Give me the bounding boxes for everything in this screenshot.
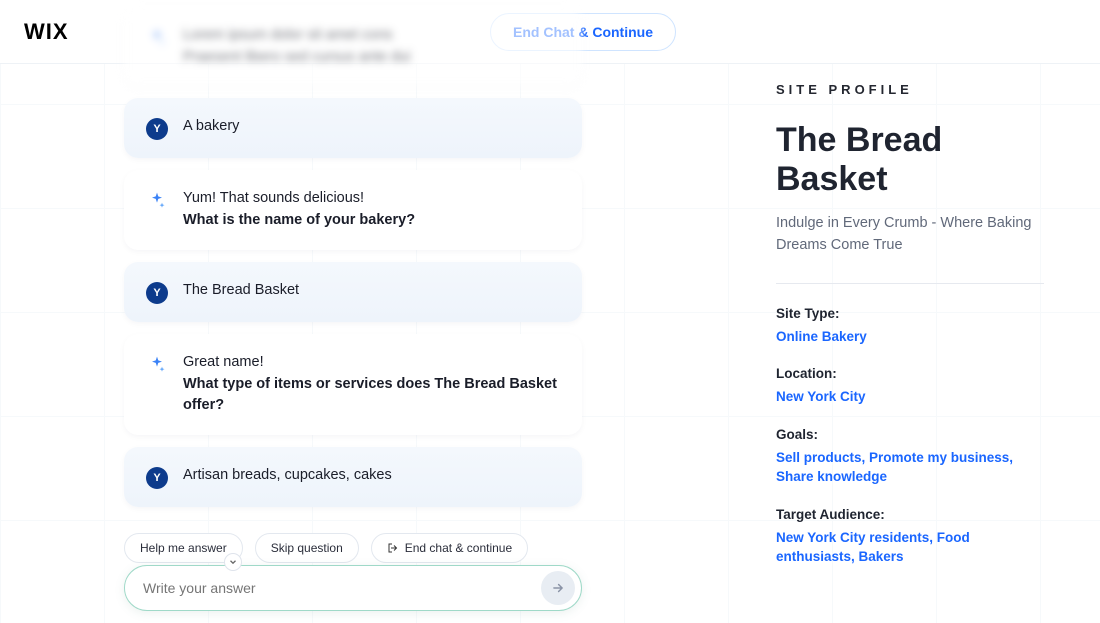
field-value[interactable]: Sell products, Promote my business, Shar… xyxy=(776,448,1044,487)
site-profile-heading: SITE PROFILE xyxy=(776,82,1044,97)
arrow-right-icon xyxy=(551,581,565,595)
user-avatar: Y xyxy=(146,467,168,489)
chat-message-user: Y A bakery xyxy=(124,98,582,158)
profile-field-site-type: Site Type: Online Bakery xyxy=(776,306,1044,347)
site-tagline: Indulge in Every Crumb - Where Baking Dr… xyxy=(776,213,1036,257)
message-text: A bakery xyxy=(183,116,239,138)
field-label: Site Type: xyxy=(776,306,1044,321)
field-label: Goals: xyxy=(776,427,1044,442)
profile-field-audience: Target Audience: New York City residents… xyxy=(776,507,1044,567)
sparkle-icon xyxy=(146,354,168,376)
field-value[interactable]: Online Bakery xyxy=(776,327,1044,347)
sparkle-icon xyxy=(146,27,168,49)
chat-column: Lorem ipsum dolor sit amet cons Praesent… xyxy=(0,64,700,623)
scroll-down-button[interactable] xyxy=(224,553,242,571)
chevron-down-icon xyxy=(228,557,238,567)
chat-message-blurred: Lorem ipsum dolor sit amet cons Praesent… xyxy=(124,7,582,87)
user-avatar: Y xyxy=(146,282,168,304)
message-question: What is the name of your bakery? xyxy=(183,210,415,232)
skip-question-chip[interactable]: Skip question xyxy=(255,533,359,563)
message-text: Artisan breads, cupcakes, cakes xyxy=(183,465,392,487)
message-text: Great name! xyxy=(183,354,264,370)
chip-label: End chat & continue xyxy=(405,541,512,555)
chat-input-container xyxy=(124,565,582,611)
field-value[interactable]: New York City residents, Food enthusiast… xyxy=(776,528,1044,567)
divider xyxy=(776,283,1044,284)
profile-field-goals: Goals: Sell products, Promote my busines… xyxy=(776,427,1044,487)
field-label: Location: xyxy=(776,366,1044,381)
message-question: What type of items or services does The … xyxy=(183,374,560,418)
profile-field-location: Location: New York City xyxy=(776,366,1044,407)
message-list: Lorem ipsum dolor sit amet cons Praesent… xyxy=(0,7,582,519)
site-profile-panel: SITE PROFILE The Bread Basket Indulge in… xyxy=(700,64,1100,623)
sparkle-icon xyxy=(146,190,168,212)
chat-message-user: Y Artisan breads, cupcakes, cakes xyxy=(124,447,582,507)
field-label: Target Audience: xyxy=(776,507,1044,522)
quick-action-chips: Help me answer Skip question End chat & … xyxy=(124,533,528,563)
blur-text: Lorem ipsum dolor sit amet cons xyxy=(183,27,393,43)
chat-message-ai: Great name! What type of items or servic… xyxy=(124,334,582,435)
blur-text: Praesent libero sed cursus ante dui xyxy=(183,49,410,65)
chat-message-user: Y The Bread Basket xyxy=(124,262,582,322)
field-value[interactable]: New York City xyxy=(776,387,1044,407)
chat-message-ai: Yum! That sounds delicious! What is the … xyxy=(124,170,582,250)
site-title: The Bread Basket xyxy=(776,121,1044,199)
chat-input[interactable] xyxy=(143,580,541,596)
message-text: The Bread Basket xyxy=(183,280,299,302)
end-chat-chip[interactable]: End chat & continue xyxy=(371,533,528,563)
exit-icon xyxy=(387,542,399,554)
message-text: Yum! That sounds delicious! xyxy=(183,190,364,206)
user-avatar: Y xyxy=(146,118,168,140)
send-button[interactable] xyxy=(541,571,575,605)
